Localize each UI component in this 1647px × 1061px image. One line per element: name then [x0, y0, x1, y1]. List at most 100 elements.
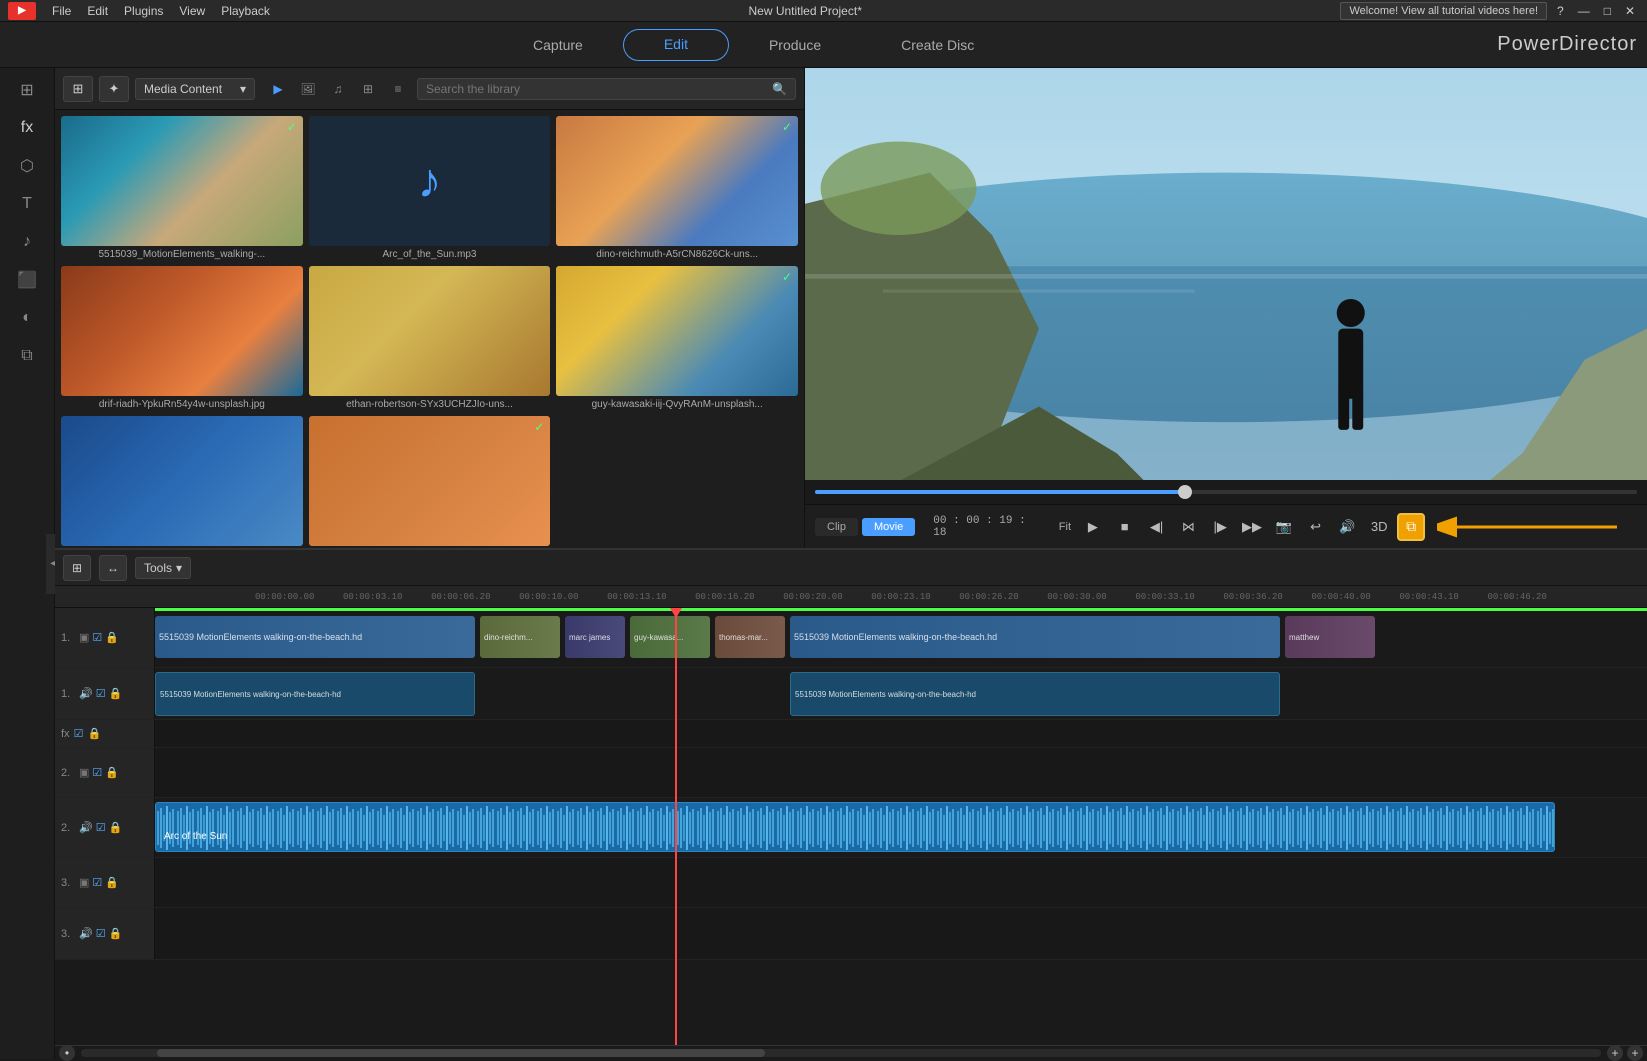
- preview-controls: Clip Movie 00 : 00 : 19 : 18 Fit ▶ ■ ◀| …: [805, 504, 1647, 548]
- restore-btn[interactable]: □: [1600, 4, 1615, 18]
- track-row-1-audio: 1. 🔊 ☑ 🔒 5515039 MotionElements walking-…: [55, 668, 1647, 720]
- track-check-icon[interactable]: ☑: [92, 631, 102, 644]
- scroll-end-btn[interactable]: +: [1607, 1045, 1623, 1061]
- video-clip[interactable]: guy-kawasa...: [630, 616, 710, 658]
- track-lock-icon[interactable]: 🔒: [109, 927, 123, 940]
- end-btn[interactable]: ▶▶: [1238, 513, 1266, 541]
- track-3-num: 3.: [61, 877, 75, 889]
- filter-image-icon[interactable]: 🖼: [295, 76, 321, 102]
- tab-produce[interactable]: Produce: [729, 29, 861, 61]
- video-clip[interactable]: 5515039 MotionElements walking-on-the-be…: [155, 616, 475, 658]
- media-item[interactable]: ✓ dino-reichmuth-A5rCN8626Ck-uns...: [556, 116, 798, 260]
- main-layout: ◀ ⊞ fx ⬡ T ♪ ⬛ ◐ ⧉ ⊞ ✦ Media Content ▾: [0, 68, 1647, 1059]
- filter-video-icon[interactable]: ▶: [265, 76, 291, 102]
- split-btn[interactable]: ⋈: [1174, 513, 1202, 541]
- minimize-btn[interactable]: —: [1574, 4, 1594, 18]
- track-2a-num: 2.: [61, 822, 75, 834]
- check-icon: ✓: [287, 120, 297, 134]
- media-item[interactable]: ♪ Arc_of_the_Sun.mp3: [309, 116, 551, 260]
- fx-check-icon[interactable]: ☑: [74, 727, 84, 740]
- scroll-track[interactable]: [81, 1049, 1601, 1057]
- tutorial-banner[interactable]: Welcome! View all tutorial videos here!: [1340, 2, 1547, 20]
- tab-capture[interactable]: Capture: [493, 29, 623, 61]
- track-check-icon[interactable]: ☑: [92, 766, 102, 779]
- audio-clip[interactable]: 5515039 MotionElements walking-on-the-be…: [155, 672, 475, 716]
- timeline-fit-btn[interactable]: ↔: [99, 555, 127, 581]
- menu-edit[interactable]: Edit: [87, 4, 108, 18]
- sidebar-icon-text[interactable]: T: [7, 186, 47, 222]
- 3d-btn[interactable]: 3D: [1365, 513, 1393, 541]
- filter-list-icon[interactable]: ≡: [385, 76, 411, 102]
- magic-btn[interactable]: ✦: [99, 76, 129, 102]
- menu-playback[interactable]: Playback: [221, 4, 270, 18]
- help-btn[interactable]: ?: [1553, 4, 1568, 18]
- popout-btn[interactable]: ⧉: [1397, 513, 1425, 541]
- track-lock-icon[interactable]: 🔒: [105, 766, 119, 779]
- clip-tab[interactable]: Clip: [815, 518, 858, 536]
- stop-btn[interactable]: ■: [1111, 513, 1139, 541]
- menu-file[interactable]: File: [52, 4, 71, 18]
- loop-btn[interactable]: ↩: [1302, 513, 1330, 541]
- media-item[interactable]: ✓: [309, 416, 551, 548]
- media-panel: ⊞ ✦ Media Content ▾ ▶ 🖼 ♫ ⊞ ≡: [55, 68, 805, 548]
- track-lock-icon[interactable]: 🔒: [109, 821, 123, 834]
- scrubber-bar[interactable]: [815, 490, 1637, 494]
- filter-audio-icon[interactable]: ♫: [325, 76, 351, 102]
- track-check-icon[interactable]: ☑: [96, 821, 106, 834]
- sidebar-icon-fx[interactable]: fx: [7, 110, 47, 146]
- track-lock-icon[interactable]: 🔒: [109, 687, 123, 700]
- timeline-area: ⊞ ↔ Tools ▾ 00:00:00.00 00:00:03.10 00:0…: [55, 548, 1647, 1059]
- audio-clip[interactable]: 5515039 MotionElements walking-on-the-be…: [790, 672, 1280, 716]
- video-clip[interactable]: dino-reichm...: [480, 616, 560, 658]
- video-clip[interactable]: marc james: [565, 616, 625, 658]
- media-thumb: ♪: [309, 116, 551, 246]
- video-clip[interactable]: matthew: [1285, 616, 1375, 658]
- sidebar-icon-pip[interactable]: ⧉: [7, 338, 47, 374]
- sidebar-icon-transition[interactable]: ⬛: [7, 262, 47, 298]
- media-item[interactable]: ✓ guy-kawasaki-iij-QvyRAnM-unsplash...: [556, 266, 798, 410]
- next-frame-btn[interactable]: |▶: [1206, 513, 1234, 541]
- menu-view[interactable]: View: [179, 4, 205, 18]
- search-input[interactable]: [426, 82, 766, 96]
- sidebar-icon-motion[interactable]: ◐: [7, 300, 47, 336]
- import-btn[interactable]: ⊞: [63, 76, 93, 102]
- media-item[interactable]: drif-riadh-YpkuRn54y4w-unsplash.jpg: [61, 266, 303, 410]
- timeline-scrollbar[interactable]: • + +: [55, 1045, 1647, 1059]
- zoom-in-btn[interactable]: +: [1627, 1045, 1643, 1061]
- media-item[interactable]: ✓ 5515039_MotionElements_walking-...: [61, 116, 303, 260]
- play-btn[interactable]: ▶: [1079, 513, 1107, 541]
- close-btn[interactable]: ✕: [1621, 4, 1639, 18]
- audio-waveform-clip[interactable]: Arc of the Sun: [155, 802, 1555, 852]
- snapshot-btn[interactable]: 📷: [1270, 513, 1298, 541]
- track-row-3-audio: 3. 🔊 ☑ 🔒: [55, 908, 1647, 960]
- track-check-icon[interactable]: ☑: [96, 927, 106, 940]
- video-clip[interactable]: 5515039 MotionElements walking-on-the-be…: [790, 616, 1280, 658]
- scroll-thumb[interactable]: [157, 1049, 765, 1057]
- media-thumb: [61, 416, 303, 546]
- sidebar-icon-color[interactable]: ⬡: [7, 148, 47, 184]
- track-check-icon[interactable]: ☑: [92, 876, 102, 889]
- volume-btn[interactable]: 🔊: [1334, 513, 1362, 541]
- scroll-start-btn[interactable]: •: [59, 1045, 75, 1061]
- media-type-dropdown[interactable]: Media Content ▾: [135, 78, 255, 100]
- app-name: PowerDirector: [1497, 33, 1637, 56]
- track-lock-icon[interactable]: 🔒: [105, 876, 119, 889]
- prev-frame-btn[interactable]: ◀|: [1143, 513, 1171, 541]
- fx-lock-icon[interactable]: 🔒: [87, 727, 101, 740]
- movie-tab[interactable]: Movie: [862, 518, 915, 536]
- sidebar-icon-import[interactable]: ⊞: [7, 72, 47, 108]
- sidebar-icon-audio[interactable]: ♪: [7, 224, 47, 260]
- tools-dropdown[interactable]: Tools ▾: [135, 557, 191, 579]
- track-2-header: 2. ▣ ☑ 🔒: [55, 748, 155, 797]
- scrubber-handle[interactable]: [1178, 485, 1192, 499]
- timeline-snap-btn[interactable]: ⊞: [63, 555, 91, 581]
- video-clip[interactable]: thomas-mar...: [715, 616, 785, 658]
- track-lock-icon[interactable]: 🔒: [105, 631, 119, 644]
- filter-grid-icon[interactable]: ⊞: [355, 76, 381, 102]
- menu-plugins[interactable]: Plugins: [124, 4, 163, 18]
- media-item[interactable]: [61, 416, 303, 548]
- media-item[interactable]: ethan-robertson-SYx3UCHZJIo-uns...: [309, 266, 551, 410]
- tab-create-disc[interactable]: Create Disc: [861, 29, 1014, 61]
- tab-edit[interactable]: Edit: [623, 29, 729, 61]
- track-check-icon[interactable]: ☑: [96, 687, 106, 700]
